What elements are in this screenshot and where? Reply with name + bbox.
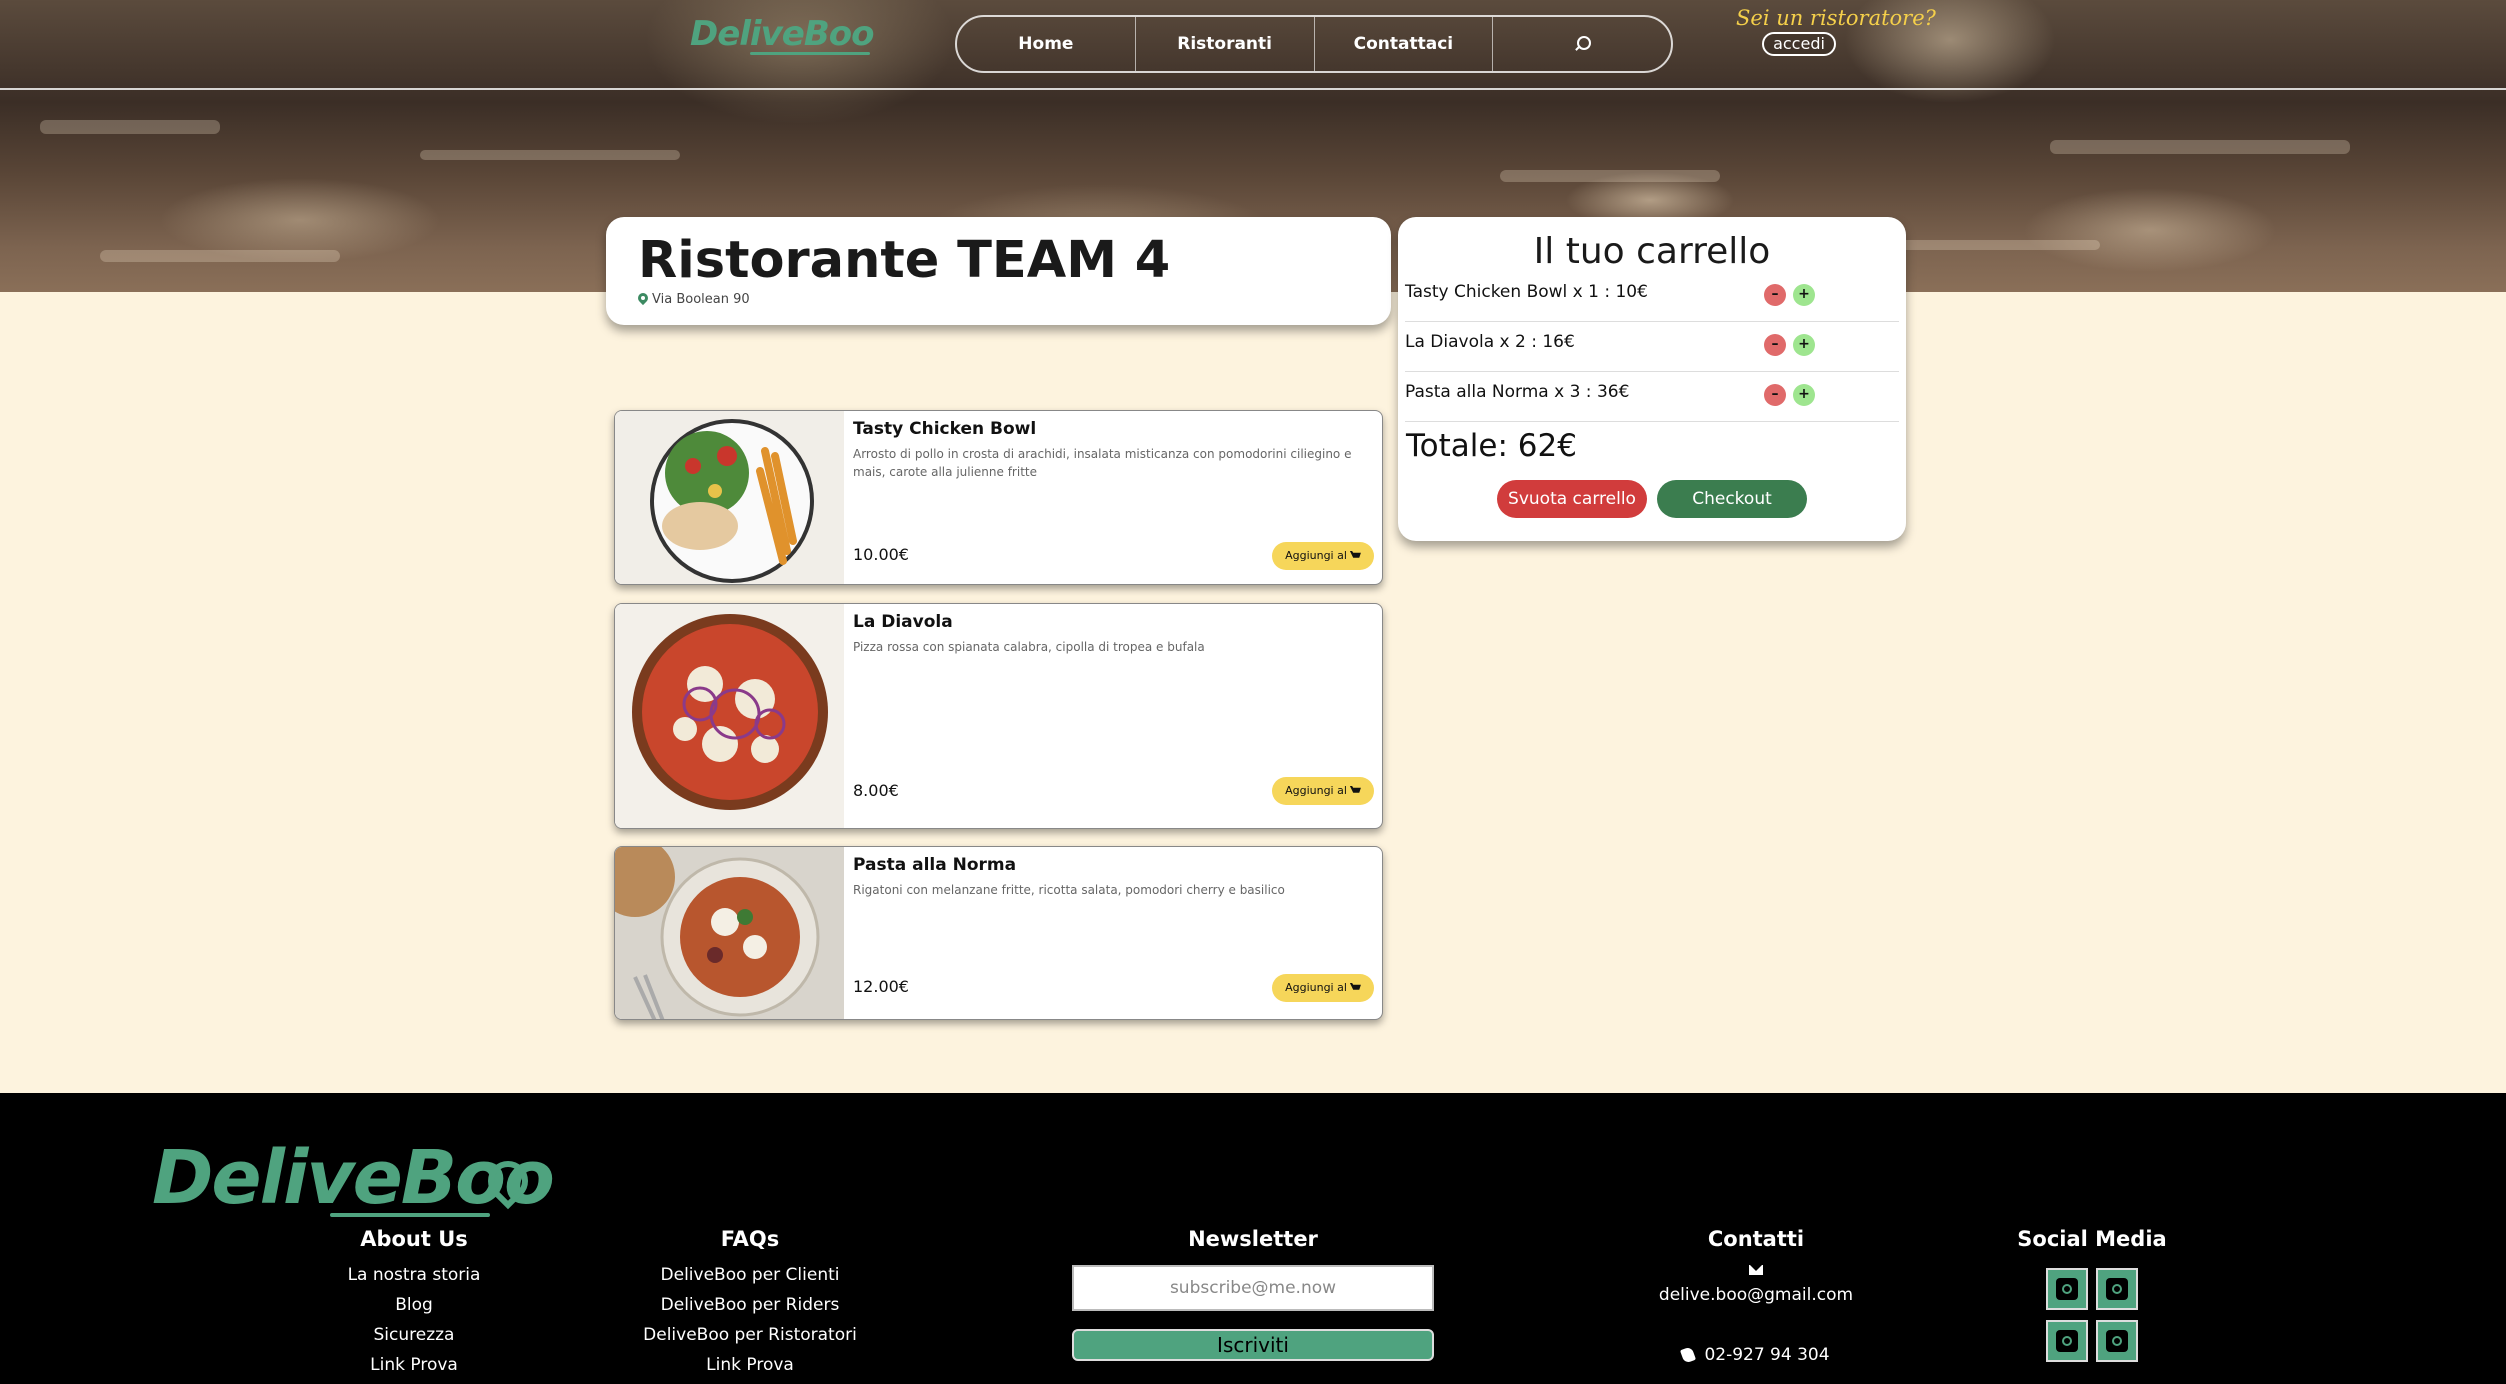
restaurant-name: Ristorante TEAM 4 [638, 231, 1171, 290]
cart-item: Tasty Chicken Bowl x 1 : 10€ – + [1405, 272, 1899, 322]
contact-phone-text: 02-927 94 304 [1704, 1345, 1830, 1365]
logo-underline [330, 1213, 490, 1217]
logo-text: DeliveBoo [690, 14, 874, 54]
footer-about-title: About Us [360, 1227, 468, 1251]
restaurant-address: Via Boolean 90 [638, 292, 750, 307]
cart-icon [1349, 551, 1361, 558]
footer-contacts-title: Contatti [1707, 1227, 1805, 1251]
cart-icon [1349, 983, 1361, 990]
dish-name: Pasta alla Norma [853, 855, 1017, 875]
footer-social-title: Social Media [2017, 1227, 2167, 1251]
dish-description: Pizza rossa con spianata calabra, cipoll… [853, 640, 1205, 654]
empty-cart-button[interactable]: Svuota carrello [1497, 480, 1647, 518]
phone-icon [1680, 1346, 1697, 1364]
twitter-icon[interactable] [2046, 1268, 2088, 1310]
nav-ristoranti[interactable]: Ristoranti [1136, 17, 1315, 71]
nav-contattaci[interactable]: Contattaci [1315, 17, 1494, 71]
dish-price: 8.00€ [853, 781, 899, 800]
increase-button[interactable]: + [1793, 334, 1815, 356]
footer-social: Social Media [2002, 1227, 2182, 1265]
footer-link[interactable]: DeliveBoo per Clienti [630, 1265, 870, 1285]
map-pin-icon [638, 293, 648, 306]
instagram-icon[interactable] [2096, 1268, 2138, 1310]
footer-contacts: Contatti delive.boo@gmail.com 02-927 94 … [1636, 1227, 1876, 1375]
decrease-button[interactable]: – [1764, 334, 1786, 356]
footer-link[interactable]: La nostra storia [314, 1265, 514, 1285]
cart-item: La Diavola x 2 : 16€ – + [1405, 322, 1899, 372]
footer-newsletter-title: Newsletter [1188, 1227, 1318, 1251]
envelope-icon [1749, 1265, 1763, 1275]
dish-card: Pasta alla Norma Rigatoni con melanzane … [614, 846, 1383, 1020]
increase-button[interactable]: + [1793, 284, 1815, 306]
footer-link[interactable]: Link Prova [314, 1355, 514, 1375]
footer-link[interactable]: DeliveBoo per Ristoratori [630, 1325, 870, 1345]
owner-prompt: Sei un ristoratore? [1736, 6, 1936, 30]
main-nav: Home Ristoranti Contattaci [955, 15, 1673, 73]
dish-image [615, 411, 844, 584]
reddit-icon[interactable] [2096, 1320, 2138, 1362]
add-to-cart-button[interactable]: Aggiungi al [1272, 974, 1374, 1002]
cart-icon [1349, 786, 1361, 793]
footer-faqs: FAQs DeliveBoo per Clienti DeliveBoo per… [630, 1227, 870, 1384]
nav-search[interactable] [1493, 17, 1671, 71]
cart-total: Totale: 62€ [1406, 428, 1577, 464]
dish-description: Arrosto di pollo in crosta di arachidi, … [853, 447, 1352, 479]
dish-description: Rigatoni con melanzane fritte, ricotta s… [853, 883, 1285, 897]
address-text: Via Boolean 90 [652, 292, 750, 307]
add-to-cart-label: Aggiungi al [1285, 981, 1347, 994]
search-icon [1574, 36, 1592, 52]
facebook-icon[interactable] [2046, 1320, 2088, 1362]
footer-faqs-title: FAQs [720, 1227, 780, 1251]
cart-title: Il tuo carrello [1533, 231, 1771, 272]
cart-item-text: La Diavola x 2 : 16€ [1405, 332, 1575, 352]
add-to-cart-label: Aggiungi al [1285, 549, 1347, 562]
footer-link[interactable]: Link Prova [630, 1355, 870, 1375]
logo[interactable]: DeliveBoo [690, 14, 874, 55]
add-to-cart-label: Aggiungi al [1285, 784, 1347, 797]
footer-link[interactable]: Blog [314, 1295, 514, 1315]
footer-link[interactable]: DeliveBoo per Riders [630, 1295, 870, 1315]
checkout-button[interactable]: Checkout [1657, 480, 1807, 518]
increase-button[interactable]: + [1793, 384, 1815, 406]
login-button[interactable]: accedi [1762, 32, 1836, 56]
contact-email[interactable]: delive.boo@gmail.com [1636, 1285, 1876, 1305]
footer-about: About Us La nostra storia Blog Sicurezza… [314, 1227, 514, 1384]
cart-item-text: Tasty Chicken Bowl x 1 : 10€ [1405, 282, 1648, 302]
cart-item: Pasta alla Norma x 3 : 36€ – + [1405, 372, 1899, 422]
footer: DeliveBoo About Us La nostra storia Blog… [0, 1093, 2506, 1384]
decrease-button[interactable]: – [1764, 284, 1786, 306]
dish-name: La Diavola [853, 612, 953, 632]
footer-link[interactable]: Sicurezza [314, 1325, 514, 1345]
add-to-cart-button[interactable]: Aggiungi al [1272, 542, 1374, 570]
contact-phone[interactable]: 02-927 94 304 [1636, 1345, 1876, 1365]
dish-card: Tasty Chicken Bowl Arrosto di pollo in c… [614, 410, 1383, 585]
nav-home[interactable]: Home [957, 17, 1136, 71]
restaurant-card: Ristorante TEAM 4 Via Boolean 90 [606, 217, 1391, 325]
add-to-cart-button[interactable]: Aggiungi al [1272, 777, 1374, 805]
decrease-button[interactable]: – [1764, 384, 1786, 406]
subscribe-button[interactable]: Iscriviti [1072, 1329, 1434, 1361]
dish-image [615, 604, 844, 828]
dish-price: 12.00€ [853, 977, 909, 996]
dish-card: La Diavola Pizza rossa con spianata cala… [614, 603, 1383, 829]
dish-image [615, 847, 844, 1019]
dish-name: Tasty Chicken Bowl [853, 419, 1037, 439]
cart-item-text: Pasta alla Norma x 3 : 36€ [1405, 382, 1630, 402]
dish-price: 10.00€ [853, 545, 909, 564]
footer-newsletter: Newsletter subscribe@me.now Iscriviti [1072, 1227, 1434, 1361]
cart-panel: Il tuo carrello Tasty Chicken Bowl x 1 :… [1398, 217, 1906, 541]
header-divider [0, 88, 2506, 90]
newsletter-email-input[interactable]: subscribe@me.now [1072, 1265, 1434, 1311]
